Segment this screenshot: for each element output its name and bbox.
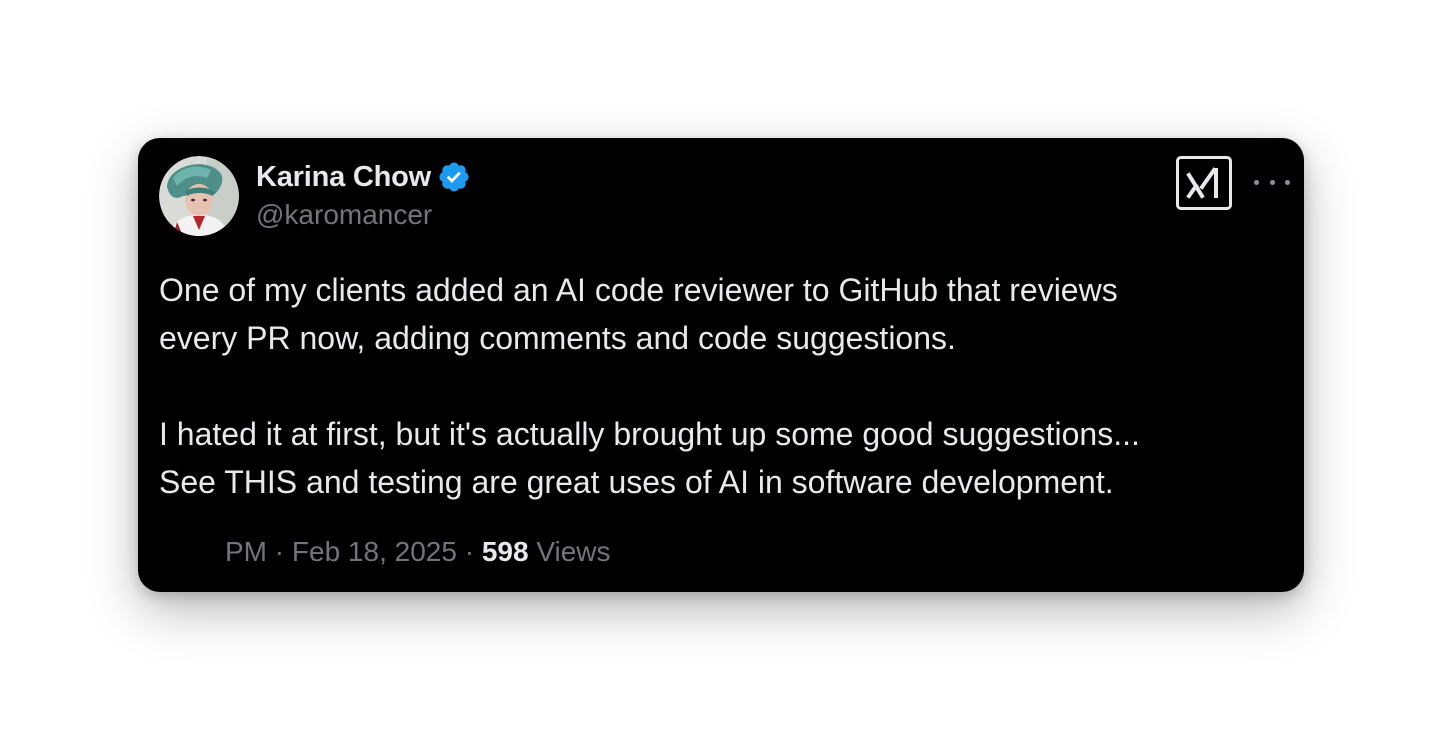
- tweet-text: One of my clients added an AI code revie…: [159, 266, 1279, 506]
- tweet-meta: PM · Feb 18, 2025 · 598 Views: [225, 536, 611, 568]
- display-name[interactable]: Karina Chow: [256, 161, 431, 194]
- avatar-image: [159, 156, 239, 236]
- tweet-text-line: See THIS and testing are great uses of A…: [159, 464, 1114, 500]
- meta-separator: ·: [274, 536, 292, 567]
- tweet-text-line: every PR now, adding comments and code s…: [159, 320, 956, 356]
- verified-badge-icon: [437, 160, 471, 194]
- username-handle[interactable]: @karomancer: [256, 199, 432, 231]
- meta-separator: ·: [464, 536, 482, 567]
- more-dot: [1254, 179, 1259, 185]
- views-count[interactable]: 598: [482, 536, 529, 567]
- more-options-icon[interactable]: [1254, 170, 1290, 194]
- tweet-text-line: I hated it at first, but it's actually b…: [159, 416, 1140, 452]
- more-dot: [1285, 179, 1290, 185]
- tweet-card[interactable]: Karina Chow @karomancer One of my client…: [138, 138, 1304, 592]
- avatar[interactable]: [159, 156, 239, 236]
- more-dot: [1269, 179, 1275, 185]
- tweet-time[interactable]: PM: [225, 536, 267, 567]
- tweet-text-line: One of my clients added an AI code revie…: [159, 272, 1118, 308]
- x-ai-logo-icon[interactable]: [1176, 156, 1232, 210]
- tweet-date[interactable]: Feb 18, 2025: [292, 536, 457, 567]
- author-name-row[interactable]: Karina Chow: [256, 158, 471, 196]
- screenshot-stage: Karina Chow @karomancer One of my client…: [0, 0, 1442, 730]
- views-label[interactable]: Views: [536, 536, 610, 567]
